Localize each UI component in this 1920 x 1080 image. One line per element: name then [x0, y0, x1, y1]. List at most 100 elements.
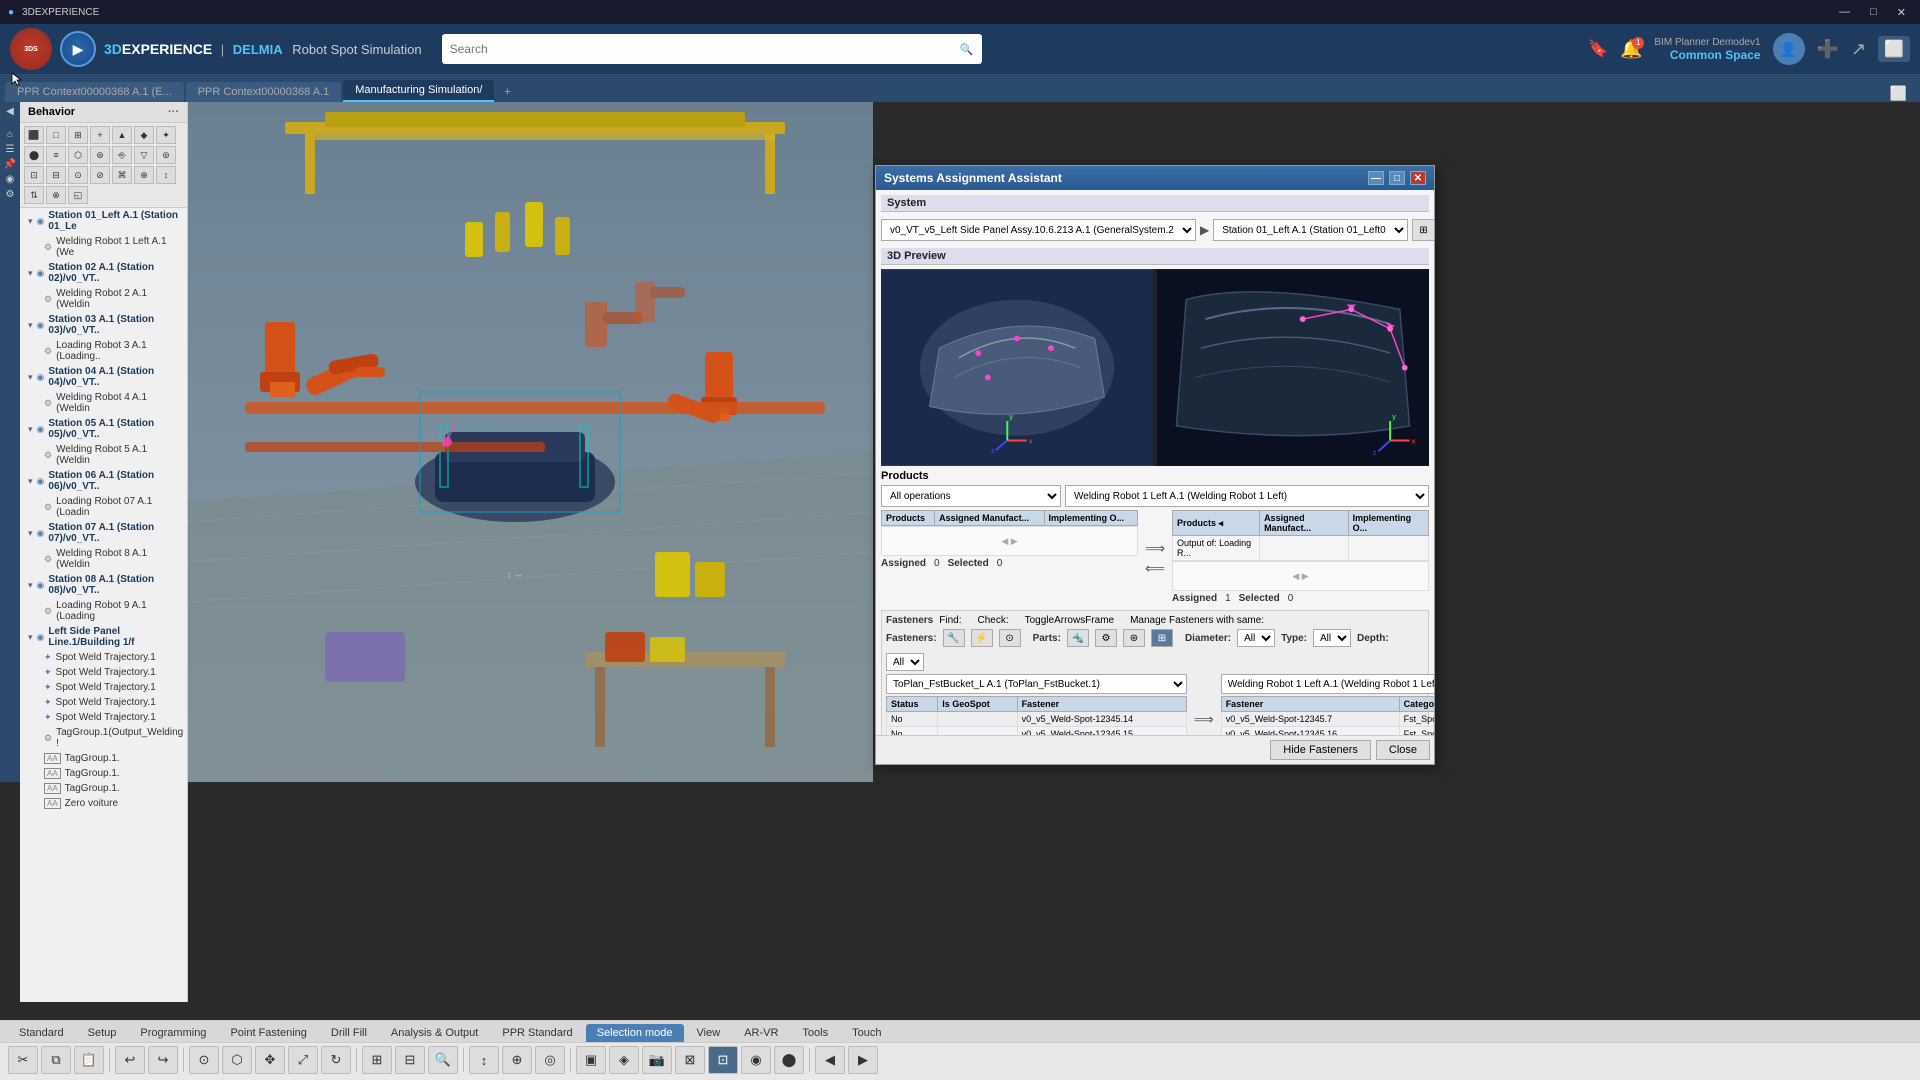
view-front-icon[interactable]: ⊠ — [675, 1046, 705, 1074]
sidebar-item[interactable]: AAZero voiture — [20, 796, 187, 811]
minimize-button[interactable]: — — [1833, 6, 1856, 19]
sidebar-item[interactable]: AATagGroup.1. — [20, 766, 187, 781]
robot-filter[interactable]: Welding Robot 1 Left A.1 (Welding Robot … — [1065, 485, 1429, 507]
depth-select[interactable]: All — [886, 653, 924, 671]
search-input[interactable] — [450, 42, 960, 56]
bottom-tab-ppr-standard[interactable]: PPR Standard — [491, 1024, 583, 1042]
system-dropdown-1[interactable]: v0_VT_v5_Left Side Panel Assy.10.6.213 A… — [881, 219, 1196, 241]
sidebar-item[interactable]: AATagGroup.1. — [20, 781, 187, 796]
tb-btn-16[interactable]: ⊟ — [46, 166, 66, 184]
tb-btn-23[interactable]: ⊗ — [46, 186, 66, 204]
manipulator-icon[interactable]: ✥ — [255, 1046, 285, 1074]
sidebar-item[interactable]: ⚙TagGroup.1(Output_Welding ! — [20, 725, 187, 751]
transfer-right-icon[interactable]: ⟹ — [1145, 540, 1165, 557]
zoom-area-icon[interactable]: ⊟ — [395, 1046, 425, 1074]
zoom-in-icon[interactable]: 🔍 — [428, 1046, 458, 1074]
tb-btn-4[interactable]: + — [90, 126, 110, 144]
dialog-final-close-btn[interactable]: Close — [1376, 740, 1430, 760]
bottom-tab-tools[interactable]: Tools — [791, 1024, 839, 1042]
dialog-minimize-btn[interactable]: — — [1368, 171, 1384, 185]
sidebar-more-icon[interactable]: ··· — [168, 106, 179, 118]
products-right-scroll[interactable]: ◀ ▶ — [1172, 561, 1429, 591]
settings-icon[interactable]: ⚙ — [6, 189, 15, 200]
hide-fasteners-btn[interactable]: Hide Fasteners — [1270, 740, 1371, 760]
bottom-tab-ar-vr[interactable]: AR-VR — [733, 1024, 789, 1042]
sidebar-item[interactable]: ✦Spot Weld Trajectory.1 — [20, 650, 187, 665]
paste-icon[interactable]: 📋 — [74, 1046, 104, 1074]
fst-left-dropdown[interactable]: ToPlan_FstBucket_L A.1 (ToPlan_FstBucket… — [886, 674, 1187, 694]
viewport-3d[interactable]: ↕ ↔ — [185, 102, 873, 782]
search-icon[interactable]: 🔍 — [960, 43, 974, 56]
fst-transfer-right[interactable]: ⟹ — [1194, 711, 1214, 728]
sidebar-section[interactable]: ▾◉Station 08 A.1 (Station 08)/v0_VT.. — [20, 572, 187, 598]
tab-ppr-context-2[interactable]: PPR Context00000368 A.1 — [186, 82, 341, 102]
bottom-tab-selection-mode[interactable]: Selection mode — [586, 1024, 684, 1042]
render-icon[interactable]: ▣ — [576, 1046, 606, 1074]
parts-icon-2[interactable]: ⚙ — [1095, 629, 1117, 647]
sidebar-section[interactable]: ▾◉Station 05 A.1 (Station 05)/v0_VT.. — [20, 416, 187, 442]
tb-btn-11[interactable]: ⊛ — [90, 146, 110, 164]
sidebar-item[interactable]: ✦Spot Weld Trajectory.1 — [20, 665, 187, 680]
tb-btn-24[interactable]: ◱ — [68, 186, 88, 204]
expand-icon[interactable]: ⬜ — [1878, 36, 1910, 62]
view-section-icon[interactable]: ⊡ — [708, 1046, 738, 1074]
operations-filter[interactable]: All operations — [881, 485, 1061, 507]
sidebar-section[interactable]: ▾◉Left Side Panel Line.1/Building 1/f — [20, 624, 187, 650]
undo-icon[interactable]: ↩ — [115, 1046, 145, 1074]
sidebar-item[interactable]: AATagGroup.1. — [20, 751, 187, 766]
sidebar-item[interactable]: ⚙Loading Robot 3 A.1 (Loading.. — [20, 338, 187, 364]
sidebar-item[interactable]: ✦Spot Weld Trajectory.1 — [20, 695, 187, 710]
bottom-tab-programming[interactable]: Programming — [129, 1024, 217, 1042]
tb-btn-7[interactable]: ✦ — [156, 126, 176, 144]
transfer-left-icon[interactable]: ⟸ — [1145, 560, 1165, 577]
dialog-close-btn[interactable]: ✕ — [1410, 171, 1426, 185]
tb-btn-1[interactable]: ⬛ — [24, 126, 44, 144]
tb-btn-2[interactable]: □ — [46, 126, 66, 144]
copy-icon[interactable]: ⧉ — [41, 1046, 71, 1074]
type-select[interactable]: All — [1313, 629, 1351, 647]
redo-icon[interactable]: ↪ — [148, 1046, 178, 1074]
tb-btn-20[interactable]: ⊕ — [134, 166, 154, 184]
tb-btn-22[interactable]: ⇅ — [24, 186, 44, 204]
select-icon[interactable]: ⊙ — [189, 1046, 219, 1074]
height-icon[interactable]: ↕ — [469, 1046, 499, 1074]
sidebar-section[interactable]: ▾◉Station 01_Left A.1 (Station 01_Le — [20, 208, 187, 234]
user-avatar[interactable]: 👤 — [1773, 33, 1805, 65]
tb-btn-18[interactable]: ⊘ — [90, 166, 110, 184]
fst-icon-3[interactable]: ⊙ — [999, 629, 1021, 647]
tb-btn-13[interactable]: ▽ — [134, 146, 154, 164]
nav-prev-icon[interactable]: ◀ — [815, 1046, 845, 1074]
tb-btn-8[interactable]: ⬤ — [24, 146, 44, 164]
tb-btn-6[interactable]: ◆ — [134, 126, 154, 144]
close-button[interactable]: ✕ — [1891, 6, 1912, 19]
nav-next-icon[interactable]: ▶ — [848, 1046, 878, 1074]
tb-btn-17[interactable]: ⊙ — [68, 166, 88, 184]
tab-ppr-context-1[interactable]: PPR Context00000368 A.1 (E... — [5, 82, 184, 102]
notification-icon[interactable]: 🔔 1 — [1620, 39, 1642, 60]
sidebar-section[interactable]: ▾◉Station 03 A.1 (Station 03)/v0_VT.. — [20, 312, 187, 338]
share-icon[interactable]: ↗ — [1851, 39, 1866, 60]
tb-btn-15[interactable]: ⊡ — [24, 166, 44, 184]
maximize-button[interactable]: □ — [1864, 6, 1883, 19]
sidebar-item[interactable]: ⚙Loading Robot 07 A.1 (Loadin — [20, 494, 187, 520]
3dcompass-icon[interactable]: ⬡ — [222, 1046, 252, 1074]
visibility-icon[interactable]: ◉ — [741, 1046, 771, 1074]
cut-icon[interactable]: ✂ — [8, 1046, 38, 1074]
products-left-scroll[interactable]: ◀ ▶ — [881, 526, 1138, 556]
home-icon[interactable]: ⌂ — [7, 129, 13, 140]
sidebar-section[interactable]: ▾◉Station 04 A.1 (Station 04)/v0_VT.. — [20, 364, 187, 390]
diameter-select[interactable]: All — [1237, 629, 1275, 647]
parts-icon-1[interactable]: 🔩 — [1067, 629, 1089, 647]
sidebar-item[interactable]: ⚙Welding Robot 1 Left A.1 (We — [20, 234, 187, 260]
rotate-icon[interactable]: ↻ — [321, 1046, 351, 1074]
parts-icon-4[interactable]: ⊞ — [1151, 629, 1173, 647]
tab-manufacturing-simulation[interactable]: Manufacturing Simulation/ — [343, 80, 494, 102]
tb-btn-21[interactable]: ↕ — [156, 166, 176, 184]
system-dropdown-2[interactable]: Station 01_Left A.1 (Station 01_Left0 — [1213, 219, 1408, 241]
sidebar-item[interactable]: ✦Spot Weld Trajectory.1 — [20, 680, 187, 695]
sidebar-item[interactable]: ⚙Welding Robot 4 A.1 (Weldin — [20, 390, 187, 416]
snap-icon[interactable]: ◎ — [535, 1046, 565, 1074]
parts-icon-3[interactable]: ⊛ — [1123, 629, 1145, 647]
sidebar-section[interactable]: ▾◉Station 02 A.1 (Station 02)/v0_VT.. — [20, 260, 187, 286]
dialog-maximize-btn[interactable]: □ — [1389, 171, 1405, 185]
